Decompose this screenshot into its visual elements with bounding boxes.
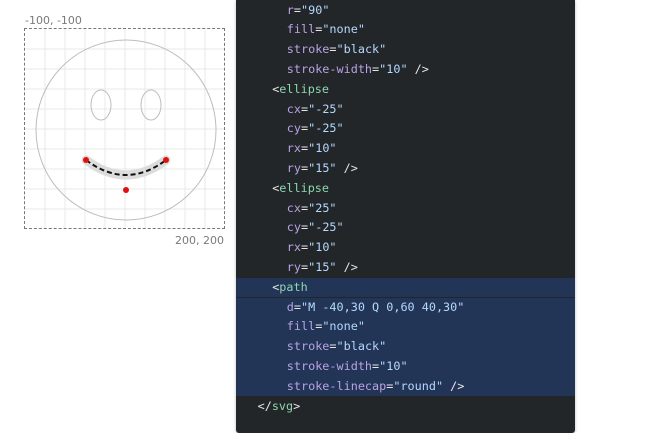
code-token-attr: rx: [286, 141, 302, 156]
code-line: stroke-width="10": [236, 356, 575, 377]
code-token-punc: =: [329, 42, 337, 57]
code-token-str: "none": [322, 319, 365, 334]
svg-preview-panel: -100, -100 200, 200: [0, 0, 236, 433]
code-token-str: "-25": [308, 121, 344, 136]
code-token-punc: =: [329, 339, 337, 354]
code-token-attr: ry: [286, 259, 302, 274]
code-token-str: "15": [308, 160, 337, 175]
coord-label-top-left: -100, -100: [25, 14, 82, 27]
code-token-str: "black": [336, 42, 387, 57]
code-token-attr: cx: [286, 101, 302, 116]
code-line: stroke="black": [236, 40, 575, 60]
code-token-str: "M -40,30 Q 0,60 40,30": [301, 299, 465, 314]
code-token-punc: </: [257, 398, 272, 413]
left-eye: [90, 89, 112, 121]
smiley-drawing: [25, 29, 224, 228]
code-token-attr: cx: [286, 200, 302, 215]
grid: [25, 29, 224, 228]
code-token-punc: />: [336, 259, 358, 274]
coord-label-bottom-right: 200, 200: [175, 234, 224, 247]
code-token-attr: fill: [286, 22, 316, 37]
code-token-punc: />: [336, 160, 358, 175]
right-eye: [140, 89, 162, 121]
code-line: stroke="black": [236, 337, 575, 357]
code-line: stroke-linecap="round" />: [236, 376, 575, 397]
start-point-handle[interactable]: [83, 157, 89, 163]
code-token-str: "-25": [308, 101, 344, 116]
code-token-str: "10": [379, 358, 408, 373]
code-token-punc: />: [407, 61, 429, 76]
code-token-tag: ellipse: [279, 180, 330, 195]
code-token-attr: stroke: [286, 339, 330, 354]
code-token-str: "25": [308, 200, 337, 215]
code-line: fill="none": [236, 20, 575, 40]
code-token-str: "round": [393, 378, 444, 393]
code-line: stroke-width="10" />: [236, 60, 575, 80]
code-line: <ellipse: [236, 80, 575, 100]
code-line: fill="none": [236, 317, 575, 338]
code-line: ry="15" />: [236, 159, 575, 179]
code-line: <path: [236, 277, 575, 298]
code-token-str: "10": [308, 240, 337, 255]
code-token-str: "10": [379, 61, 408, 76]
code-token-attr: stroke: [286, 42, 330, 57]
code-token-attr: stroke-width: [286, 358, 373, 373]
code-line: r="90": [236, 1, 575, 21]
code-line: rx="10": [236, 238, 575, 258]
code-token-str: "none": [322, 22, 365, 37]
code-token-attr: ry: [286, 160, 302, 175]
code-token-tag: ellipse: [279, 81, 330, 96]
code-token-str: "-25": [308, 220, 344, 235]
code-token-str: "black": [336, 339, 387, 354]
code-token-attr: rx: [286, 240, 302, 255]
code-line: <ellipse: [236, 179, 575, 199]
code-token-punc: =: [293, 2, 302, 17]
code-token-punc: =: [293, 299, 302, 314]
code-panel: r="90" fill="none" stroke="black" stroke-wi…: [236, 0, 575, 433]
code-line: ry="15" />: [236, 258, 575, 278]
code-line: cy="-25": [236, 218, 575, 238]
code-line: </svg>: [236, 397, 575, 417]
code-line: cx="25": [236, 199, 575, 219]
code-token-attr: cy: [286, 121, 302, 136]
code-token-attr: stroke-linecap: [286, 378, 387, 393]
code-line: d="M -40,30 Q 0,60 40,30": [236, 297, 575, 318]
code-token-attr: d: [286, 299, 294, 314]
code-token-tag: svg: [271, 398, 294, 413]
code-line: cy="-25": [236, 119, 575, 139]
code-token-attr: cy: [286, 220, 302, 235]
code-token-tag: path: [279, 279, 308, 294]
code-token-str: "90": [301, 2, 330, 17]
svg-canvas: [24, 28, 225, 229]
code-token-punc: />: [443, 378, 465, 393]
code-token-attr: r: [286, 2, 294, 17]
code-token-attr: fill: [286, 319, 316, 334]
code-token-str: "10": [308, 141, 337, 156]
code-line: rx="10": [236, 139, 575, 159]
code-line: cx="-25": [236, 100, 575, 120]
code-token-str: "15": [308, 259, 337, 274]
code-token-attr: stroke-width: [286, 61, 373, 76]
control-point-handle[interactable]: [123, 187, 129, 193]
code-token-punc: >: [293, 398, 301, 413]
end-point-handle[interactable]: [163, 157, 169, 163]
